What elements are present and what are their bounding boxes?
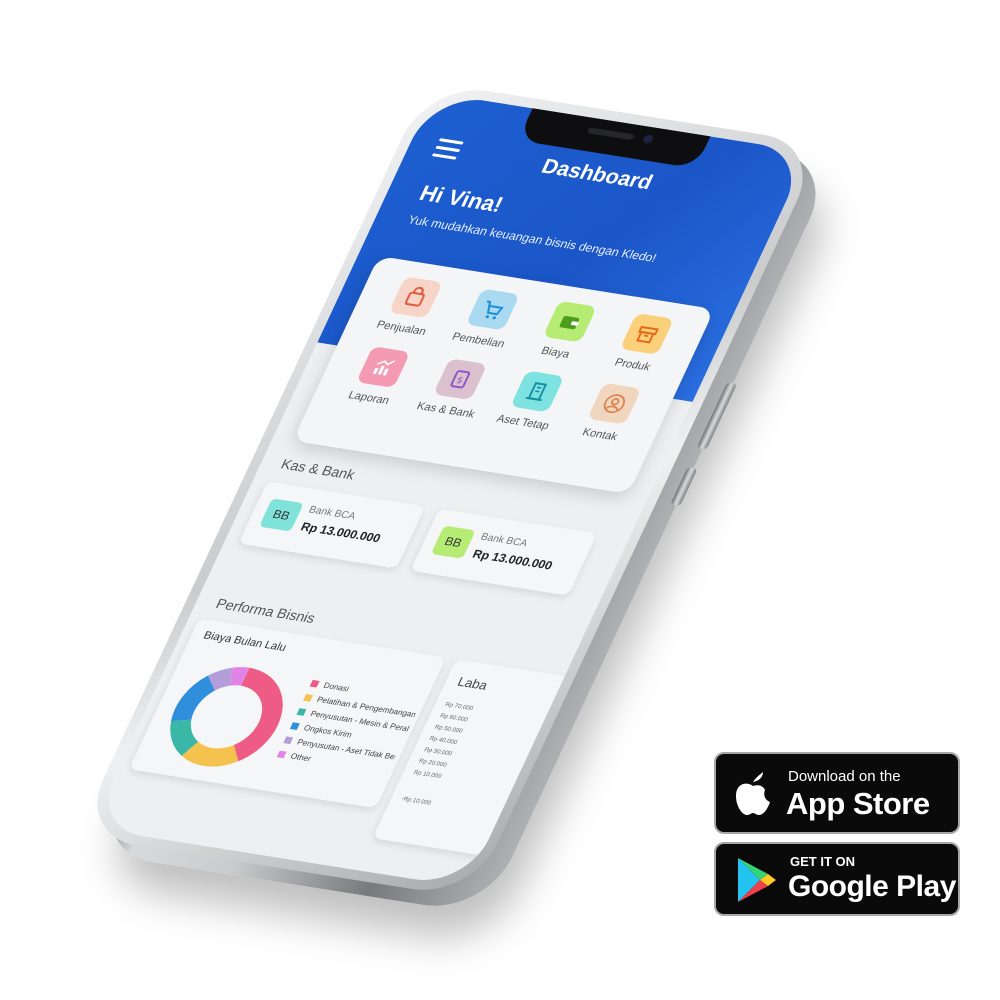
building-icon [510,370,565,413]
legend-swatch [276,750,287,759]
bank-badge: BB [259,498,304,532]
chart-legend: Donasi Pelatihan & Pengembangan Penyusutan… [274,679,424,781]
wallet-icon [542,300,597,343]
menu-item-label: Kontak [580,426,620,444]
legend-swatch [289,722,300,730]
menu-item-label: Penjualan [374,318,429,338]
legend-label: Donasi [322,680,351,694]
greeting-subtitle: Yuk mudahkan keuangan bisnis dengan Kled… [405,212,659,265]
legend-swatch [283,736,294,745]
chart-title: Biaya Bulan Lalu [201,629,289,654]
menu-item-label: Kas & Bank [414,400,477,421]
menu-item-label: Laporan [346,389,392,407]
camera-icon [641,134,655,145]
app-store-label: App Store [786,786,930,821]
google-play-icon [738,858,776,902]
bank-amount: Rp 13.000.000 [470,546,555,573]
legend-swatch [296,708,307,716]
menu-item-label: Aset Tetap [494,412,552,433]
shopping-bag-icon [388,276,443,319]
bank-badge: BB [430,525,476,559]
menu-item-label: Produk [612,356,653,374]
phone-frame: Dashboard Hi Vina! Yuk mudahkan keuangan… [76,81,824,899]
bank-account-card[interactable]: BB Bank BCA Rp 13.000.000 [238,481,426,569]
contact-icon [587,382,642,425]
menu-item-label: Pembelian [449,330,507,351]
bank-account-card[interactable]: BB Bank BCA Rp 13.000.000 [410,508,598,596]
speaker [586,127,635,141]
menu-item-label: Biaya [539,344,572,361]
legend-label: Other [289,751,313,764]
app-screen: Dashboard Hi Vina! Yuk mudahkan keuangan… [90,92,810,888]
google-play-label: Google Play [788,870,956,903]
apple-icon [736,772,770,815]
app-store-button[interactable]: Download on the App Store [714,752,960,834]
app-store-caption: Download on the [788,768,901,785]
greeting: Hi Vina! [415,180,508,217]
bank-amount: Rp 13.000.000 [298,519,384,546]
quick-menu-grid: Penjualan Pembelian Biaya Produk Laporan $ Kas… [328,273,694,446]
chart-icon [356,346,411,388]
cash-icon: $ [433,358,488,401]
google-play-caption: GET IT ON [790,854,855,869]
legend-label: Ongkos Kirim [302,723,354,740]
google-play-button[interactable]: GET IT ON Google Play [714,842,960,916]
performa-bisnis-title: Performa Bisnis [213,595,319,626]
box-icon [619,312,675,355]
bank-name: Bank BCA [478,531,530,550]
cart-icon [465,288,520,331]
bank-name: Bank BCA [306,504,358,523]
kas-bank-title: Kas & Bank [278,455,358,483]
legend-swatch [303,693,313,702]
laba-title: Laba [455,674,491,693]
legend-swatch [309,679,320,688]
